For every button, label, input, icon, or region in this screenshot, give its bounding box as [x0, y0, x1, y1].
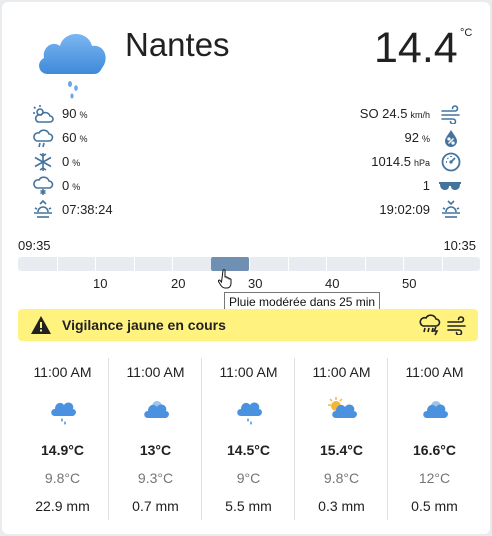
stat-value: 0 [62, 154, 70, 169]
forecast-item[interactable]: 11:00 AM 13°C 9.3°C 0.7 mm [109, 358, 202, 520]
wind-icon [447, 316, 466, 335]
cloud-rain-icon [36, 26, 108, 100]
forecast-precipitation: 0.3 mm [318, 498, 365, 514]
forecast-item[interactable]: 11:00 AM 14.9°C 9.8°C 22.9 mm [16, 358, 109, 520]
forecast-item[interactable]: 11:00 AM 15.4°C 9.8°C 0.3 mm [295, 358, 388, 520]
stat-unit: km/h [410, 110, 430, 120]
timeline-tick: 30 [248, 276, 263, 291]
stat-value: 90 [62, 106, 77, 121]
city-name: Nantes [125, 26, 230, 63]
stat-value: 92 [404, 130, 419, 145]
forecast-low: 9.8°C [323, 470, 360, 486]
stat-unit: hPa [413, 158, 430, 168]
sunrise-icon [34, 200, 52, 218]
cloud-sun-icon [143, 401, 169, 418]
timeline-tick: 50 [402, 276, 417, 291]
hand-pointer-icon [218, 269, 232, 289]
stat-pressure: 1014.5 hPa [282, 152, 462, 172]
wind-icon [441, 105, 460, 124]
forecast-high: 14.5°C [227, 442, 270, 458]
forecast-precipitation: 5.5 mm [225, 498, 272, 514]
forecast-time: 11:00 AM [126, 364, 185, 380]
timeline-tick: 40 [325, 276, 340, 291]
stat-unit: % [72, 158, 81, 168]
gauge-icon [441, 152, 461, 172]
stat-value: 0 [62, 178, 70, 193]
cloud-sun-icon [422, 401, 448, 418]
forecast-time: 11:00 AM [219, 364, 278, 380]
forecast-low: 9.3°C [137, 470, 174, 486]
timeline-tick: 10 [93, 276, 108, 291]
timeline-segment-divider [326, 257, 327, 271]
stat-unit: % [79, 134, 88, 144]
stat-value: 1 [422, 178, 430, 193]
weather-alert-banner[interactable]: Vigilance jaune en cours [18, 309, 478, 341]
timeline-segment-divider [287, 257, 289, 271]
stat-value: SO 24.5 [359, 106, 408, 121]
forecast-time: 11:00 AM [33, 364, 92, 380]
timeline-segment-divider [56, 257, 58, 271]
forecast-high: 14.9°C [41, 442, 84, 458]
storm-rain-icon [419, 314, 441, 336]
forecast-low: 12°C [418, 470, 451, 486]
stat-humidity: 92% [282, 128, 462, 148]
timeline-tick: 20 [171, 276, 186, 291]
cloud-rain-icon [33, 129, 54, 148]
snowflake-icon [34, 153, 52, 171]
sun-behind-cloud-icon [327, 397, 357, 418]
sun-cloudy-icon [33, 105, 54, 123]
forecast-high: 13°C [139, 442, 172, 458]
weather-card: Nantes 14.4 °C 90% 60% 0% 0 % 07:38:24 S… [2, 2, 490, 534]
timeline-segment-divider [403, 257, 404, 271]
stat-value: 19:02:09 [379, 202, 430, 217]
forecast-high: 15.4°C [320, 442, 363, 458]
stat-value: 1014.5 [371, 154, 411, 169]
stat-wind: SO 24.5 km/h [282, 104, 462, 124]
timeline-start: 09:35 [18, 238, 51, 253]
timeline-segment-divider [95, 257, 96, 271]
stat-unit: % [79, 110, 88, 120]
alert-text: Vigilance jaune en cours [62, 317, 226, 333]
timeline-segment-divider [172, 257, 173, 271]
forecast-high: 16.6°C [413, 442, 456, 458]
forecast-precipitation: 0.5 mm [411, 498, 458, 514]
stat-value: 07:38:24 [62, 202, 113, 217]
timeline-segment-divider [364, 257, 366, 271]
timeline-segment-divider [249, 257, 250, 271]
cloud-rain-icon [50, 402, 76, 425]
rain-timeline-bar[interactable] [18, 257, 480, 271]
forecast-precipitation: 0.7 mm [132, 498, 179, 514]
humidity-drop-icon [445, 130, 457, 147]
forecast-time: 11:00 AM [312, 364, 371, 380]
timeline-end: 10:35 [443, 238, 476, 253]
cloud-snow-icon [33, 176, 54, 195]
forecast-low: 9°C [236, 470, 261, 486]
stat-unit: % [72, 182, 81, 192]
forecast-time: 11:00 AM [405, 364, 464, 380]
forecast-item[interactable]: 11:00 AM 16.6°C 12°C 0.5 mm [388, 358, 481, 520]
stat-unit: % [421, 134, 430, 144]
cloud-rain-icon [236, 402, 262, 425]
current-temperature: 14.4 [374, 24, 458, 72]
timeline-segment-divider [133, 257, 135, 271]
timeline-segment-divider [441, 257, 443, 271]
sunglasses-icon [439, 182, 461, 190]
stat-uv-index: 1 [282, 176, 462, 196]
stat-value: 60 [62, 130, 77, 145]
sunset-icon [442, 200, 460, 218]
stat-sunset: 19:02:09 [282, 200, 462, 220]
forecast-precipitation: 22.9 mm [35, 498, 90, 514]
forecast-item[interactable]: 11:00 AM 14.5°C 9°C 5.5 mm [202, 358, 295, 520]
warning-icon [31, 316, 51, 334]
forecast-low: 9.8°C [44, 470, 81, 486]
temperature-unit: °C [460, 27, 473, 39]
